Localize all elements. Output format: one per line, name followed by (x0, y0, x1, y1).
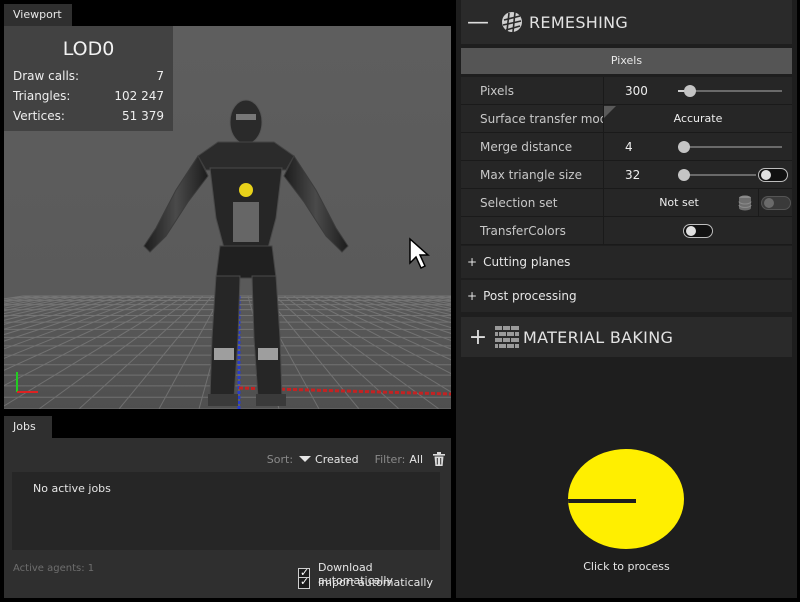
expand-icon[interactable]: + (467, 255, 477, 269)
slider-handle[interactable] (678, 141, 690, 153)
expand-icon[interactable]: + (461, 325, 495, 350)
axes-icon (16, 372, 38, 393)
viewport-canvas[interactable]: LOD0 Draw calls: 7 Triangles: 102 247 Ve… (4, 26, 451, 409)
remeshing-title: REMESHING (529, 12, 629, 32)
collapse-icon[interactable]: — (461, 10, 495, 35)
material-baking-title: MATERIAL BAKING (523, 327, 674, 347)
pixels-value[interactable]: 300 (625, 84, 648, 98)
max-triangle-size-slider[interactable] (678, 169, 756, 181)
process-icon (568, 449, 684, 499)
filter-value[interactable]: All (409, 453, 423, 466)
expand-icon[interactable]: + (467, 289, 477, 303)
database-icon[interactable] (738, 195, 752, 211)
merge-distance-slider[interactable] (678, 141, 782, 153)
prop-selection-set: Selection set Not set (461, 189, 792, 217)
material-baking-header[interactable]: + MATERIAL BAKING (461, 317, 792, 357)
max-triangle-size-toggle[interactable] (758, 168, 788, 182)
active-agents-text: Active agents: 1 (13, 563, 95, 574)
transfer-colors-toggle[interactable] (683, 224, 713, 238)
stat-draw-calls: Draw calls: 7 (13, 69, 164, 83)
tab-viewport[interactable]: Viewport (4, 4, 72, 26)
remeshing-header[interactable]: — REMESHING (461, 0, 792, 44)
prop-max-triangle-size: Max triangle size 32 (461, 161, 792, 189)
selection-set-toggle[interactable] (761, 196, 791, 210)
prop-surface-transfer-mode: Surface transfer mode Accurate (461, 105, 792, 133)
process-button[interactable] (566, 449, 686, 551)
stat-triangles: Triangles: 102 247 (13, 89, 164, 103)
cursor-icon (409, 237, 430, 270)
jobs-panel: Sort: Created Filter: All No active jobs… (4, 438, 451, 598)
slider-handle[interactable] (678, 169, 690, 181)
remeshing-properties: Pixels 300 Surface transfer mode Accurat… (461, 77, 792, 245)
character-model (143, 99, 349, 406)
lod-label: LOD0 (62, 38, 115, 60)
render-stats-panel: LOD0 Draw calls: 7 Triangles: 102 247 Ve… (4, 26, 173, 131)
prop-merge-distance: Merge distance 4 (461, 133, 792, 161)
slider-handle[interactable] (684, 85, 696, 97)
pixels-slider[interactable] (678, 85, 782, 97)
tab-jobs[interactable]: Jobs (4, 416, 52, 438)
checkbox-checked-icon[interactable] (298, 575, 310, 589)
jobs-toolbar: Sort: Created Filter: All (267, 452, 445, 466)
remeshing-icon (502, 11, 522, 33)
transfer-mode-dropdown[interactable]: Accurate (604, 112, 792, 125)
max-triangle-size-value[interactable]: 32 (625, 168, 640, 182)
filter-label: Filter: (374, 452, 406, 466)
prop-transfer-colors: TransferColors (461, 217, 792, 245)
merge-distance-value[interactable]: 4 (625, 140, 633, 154)
selection-set-dropdown[interactable]: Not set (604, 196, 754, 209)
sort-value[interactable]: Created (315, 453, 359, 466)
post-processing-section[interactable]: + Post processing (461, 280, 792, 312)
material-baking-icon (495, 326, 519, 348)
prop-pixels: Pixels 300 (461, 77, 792, 105)
stat-vertices: Vertices: 51 379 (13, 109, 164, 123)
sort-label: Sort: (266, 452, 294, 466)
process-icon (568, 499, 684, 549)
sort-dropdown-icon[interactable] (299, 456, 312, 462)
cutting-planes-section[interactable]: + Cutting planes (461, 246, 792, 278)
jobs-list: No active jobs (12, 472, 440, 550)
remeshing-mode-selector[interactable]: Pixels (461, 48, 792, 74)
trash-icon[interactable] (433, 452, 445, 466)
click-to-process-label[interactable]: Click to process (456, 560, 797, 573)
import-automatically-checkbox[interactable]: Import automatically (298, 575, 433, 589)
pipeline-settings-panel: — REMESHING Pixels Pixels 300 Surface tr… (456, 0, 797, 598)
no-jobs-text: No active jobs (33, 482, 111, 495)
